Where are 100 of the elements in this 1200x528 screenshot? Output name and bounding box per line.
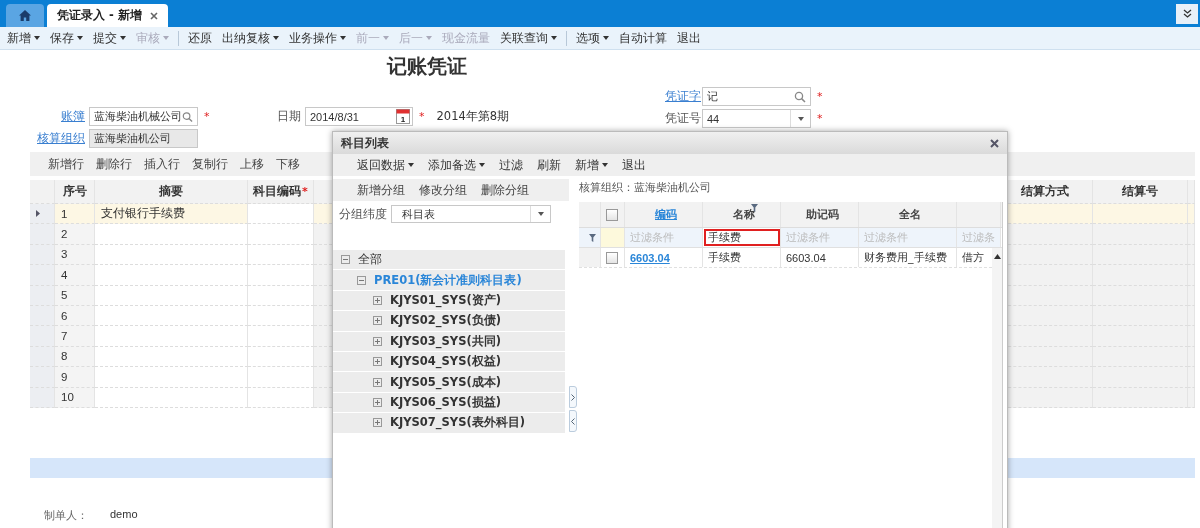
tree-item[interactable]: KJYS02_SYS(负债) xyxy=(333,311,565,331)
dialog-toolbar-button[interactable]: 刷新 xyxy=(537,157,561,173)
voucher-number-field[interactable]: 44 xyxy=(702,109,811,128)
org-link[interactable]: 核算组织 xyxy=(0,131,89,146)
summary-cell[interactable] xyxy=(95,305,248,327)
group-button[interactable]: 删除分组 xyxy=(481,182,529,198)
toolbar-button[interactable]: 退出 xyxy=(672,30,706,46)
toolbar-button[interactable]: 提交 xyxy=(88,30,131,46)
voucher-word-link[interactable]: 凭证字 xyxy=(665,89,702,104)
required-mark: * xyxy=(419,110,425,123)
period-text: 2014年第8期 xyxy=(436,109,510,124)
tree-item[interactable]: KJYS06_SYS(损益) xyxy=(333,392,565,413)
close-icon[interactable] xyxy=(990,138,999,148)
close-icon[interactable] xyxy=(149,11,158,20)
code-link[interactable]: 6603.04 xyxy=(630,251,670,264)
caret-icon xyxy=(34,36,40,40)
row-checkbox[interactable] xyxy=(606,251,618,264)
page-tab[interactable]: 凭证录入 - 新增 xyxy=(47,4,168,27)
expand-icon[interactable] xyxy=(373,357,382,367)
toolbar-button[interactable]: 关联查询 xyxy=(495,30,562,46)
select-all-checkbox[interactable] xyxy=(606,208,618,221)
tree-label: KJYS04_SYS(权益) xyxy=(390,354,501,370)
grid-toolbar-button[interactable]: 复制行 xyxy=(192,156,228,172)
collapse-icon[interactable] xyxy=(357,275,366,285)
dialog-toolbar-button[interactable]: 新增 xyxy=(575,157,608,173)
caret-icon xyxy=(340,36,346,40)
scrollbar[interactable] xyxy=(992,248,1002,528)
grid-toolbar-button[interactable]: 新增行 xyxy=(48,156,84,172)
summary-cell[interactable] xyxy=(95,387,248,408)
grid-toolbar-button[interactable]: 插入行 xyxy=(144,156,180,172)
tree-item[interactable]: KJYS07_SYS(表外科目) xyxy=(333,413,565,433)
required-mark: * xyxy=(302,185,308,198)
toolbar-button[interactable]: 出纳复核 xyxy=(217,30,284,46)
expand-icon[interactable] xyxy=(373,295,382,305)
caret-icon xyxy=(551,36,557,40)
tree-label: KJYS02_SYS(负债) xyxy=(390,313,501,329)
caret-icon xyxy=(77,36,83,40)
tree-item[interactable]: 全部 xyxy=(333,250,565,270)
tree-label: KJYS03_SYS(共同) xyxy=(390,333,501,349)
account-book-link[interactable]: 账簿 xyxy=(0,109,89,124)
collapse-pane-button[interactable] xyxy=(569,410,577,432)
double-chevron-icon xyxy=(1182,9,1192,18)
scroll-up-icon[interactable] xyxy=(993,254,1001,259)
voucher-word-field[interactable]: 记 xyxy=(702,87,811,106)
tree-item[interactable]: KJYS05_SYS(成本) xyxy=(333,372,565,392)
row-number-cell: 2 xyxy=(55,224,95,245)
tree-item[interactable]: KJYS01_SYS(资产) xyxy=(333,290,565,311)
collapse-icon[interactable] xyxy=(341,255,350,265)
calendar-icon[interactable]: 1 xyxy=(396,109,410,124)
caret-icon xyxy=(797,116,804,121)
group-button[interactable]: 新增分组 xyxy=(357,182,405,198)
chevron-right-icon xyxy=(571,393,575,401)
toolbar-button[interactable]: 业务操作 xyxy=(284,30,351,46)
filter-field[interactable]: 手续费 xyxy=(703,228,781,247)
row-number-cell: 8 xyxy=(55,346,95,368)
grid-toolbar-button[interactable]: 删除行 xyxy=(96,156,132,172)
expand-icon[interactable] xyxy=(373,336,382,346)
date-label: 日期 xyxy=(276,109,302,124)
summary-cell[interactable]: 支付银行手续费 xyxy=(95,204,248,225)
expand-icon[interactable] xyxy=(373,418,382,428)
expand-icon[interactable] xyxy=(373,377,382,387)
group-dimension-select[interactable]: 科目表 xyxy=(391,205,551,223)
summary-cell[interactable] xyxy=(95,244,248,266)
row-number-cell: 4 xyxy=(55,265,95,286)
expand-pane-button[interactable] xyxy=(569,386,577,408)
tree-label: PRE01(新会计准则科目表) xyxy=(374,272,522,288)
dialog-toolbar-button[interactable]: 退出 xyxy=(622,157,646,173)
summary-cell[interactable] xyxy=(95,265,248,286)
home-tab[interactable] xyxy=(6,4,44,27)
date-field[interactable]: 2014/8/31 1 xyxy=(305,107,413,126)
summary-cell[interactable] xyxy=(95,224,248,245)
summary-cell[interactable] xyxy=(95,367,248,388)
row-number-cell: 10 xyxy=(55,387,95,408)
toolbar-button[interactable]: 新增 xyxy=(2,30,45,46)
tree-item[interactable]: KJYS04_SYS(权益) xyxy=(333,351,565,372)
toolbar-button[interactable]: 选项 xyxy=(571,30,614,46)
tab-menu-button[interactable] xyxy=(1176,3,1198,24)
expand-icon[interactable] xyxy=(373,397,382,407)
group-button[interactable]: 修改分组 xyxy=(419,182,467,198)
dialog-toolbar-button[interactable]: 过滤 xyxy=(499,157,523,173)
dialog-toolbar-button[interactable]: 添加备选 xyxy=(428,157,485,173)
tree-label: KJYS06_SYS(损益) xyxy=(390,394,501,410)
account-book-field[interactable]: 蓝海柴油机械公司 xyxy=(89,107,198,126)
grid-toolbar-button[interactable]: 上移 xyxy=(240,156,264,172)
tree-label: KJYS05_SYS(成本) xyxy=(390,374,501,390)
summary-cell[interactable] xyxy=(95,326,248,347)
toolbar-button[interactable]: 保存 xyxy=(45,30,88,46)
filter-field[interactable] xyxy=(601,228,625,247)
summary-cell[interactable] xyxy=(95,346,248,368)
toolbar-button[interactable]: 还原 xyxy=(183,30,217,46)
dialog-toolbar-button[interactable]: 返回数据 xyxy=(357,157,414,173)
search-icon[interactable] xyxy=(794,90,806,103)
search-icon[interactable] xyxy=(182,110,193,123)
tree-item[interactable]: KJYS03_SYS(共同) xyxy=(333,331,565,351)
grid-toolbar-button[interactable]: 下移 xyxy=(276,156,300,172)
preparer-value: demo xyxy=(110,507,138,522)
summary-cell[interactable] xyxy=(95,285,248,306)
toolbar-button[interactable]: 自动计算 xyxy=(614,30,672,46)
row-number-cell: 1 xyxy=(55,204,95,225)
expand-icon[interactable] xyxy=(373,316,382,326)
